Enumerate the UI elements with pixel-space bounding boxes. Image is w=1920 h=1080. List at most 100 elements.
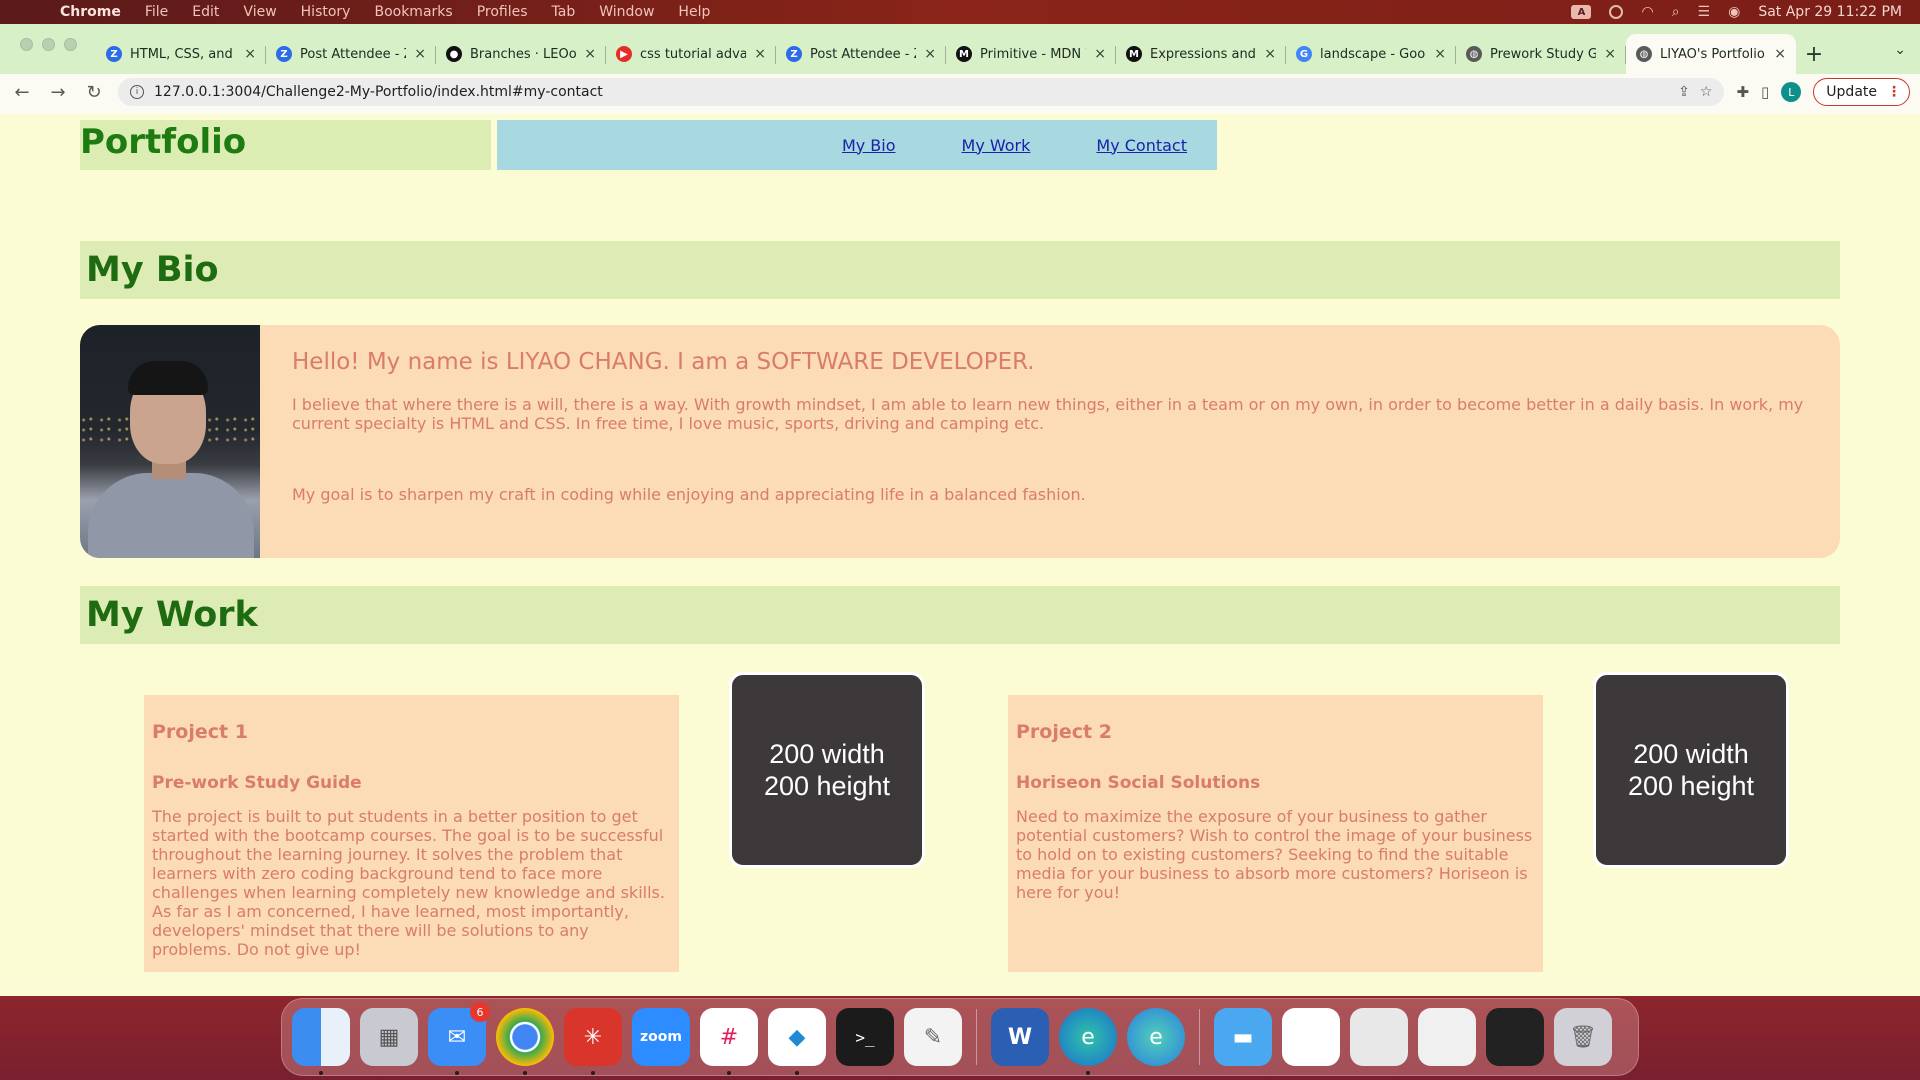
browser-tab[interactable]: Z Post Attendee - Zo × xyxy=(776,34,946,74)
browser-tab[interactable]: Z Post Attendee - Zo × xyxy=(266,34,436,74)
side-panel-icon[interactable]: ▯ xyxy=(1761,83,1769,101)
menubar-clock[interactable]: Sat Apr 29 11:22 PM xyxy=(1758,4,1902,20)
dock-recent-window-1[interactable] xyxy=(1282,1008,1340,1066)
menu-window[interactable]: Window xyxy=(587,4,666,20)
zoom-window-button[interactable] xyxy=(64,38,77,51)
dock-textedit-icon[interactable]: ✎ xyxy=(904,1008,962,1066)
close-tab-icon[interactable]: × xyxy=(244,46,256,62)
profile-avatar[interactable]: L xyxy=(1781,82,1802,102)
address-url[interactable]: 127.0.0.1:3004/Challenge2-My-Portfolio/i… xyxy=(154,84,603,100)
github-icon: ● xyxy=(446,46,462,62)
browser-tab[interactable]: ◍ Prework Study Gui × xyxy=(1456,34,1626,74)
browser-tab[interactable]: ● Branches · LEOoOC × xyxy=(436,34,606,74)
globe-icon: ◍ xyxy=(1636,46,1652,62)
share-icon[interactable]: ⇪ xyxy=(1678,84,1690,100)
running-indicator xyxy=(523,1071,527,1075)
close-tab-icon[interactable]: × xyxy=(924,46,936,62)
browser-tab[interactable]: M Primitive - MDN We × xyxy=(946,34,1116,74)
zoom-icon: Z xyxy=(786,46,802,62)
close-tab-icon[interactable]: × xyxy=(584,46,596,62)
project-2-thumbnail[interactable]: 200 width 200 height xyxy=(1593,672,1789,868)
dock-folder-icon[interactable]: ▬ xyxy=(1214,1008,1272,1066)
spotlight-search-icon[interactable]: ⌕ xyxy=(1672,4,1680,20)
screen-record-icon[interactable] xyxy=(1609,5,1624,19)
dock-edge-beta-icon[interactable]: e xyxy=(1127,1008,1185,1066)
new-tab-button[interactable]: + xyxy=(1796,34,1832,74)
address-bar[interactable]: i 127.0.0.1:3004/Challenge2-My-Portfolio… xyxy=(118,78,1725,106)
update-button[interactable]: Update ⋮ xyxy=(1813,78,1910,106)
close-tab-icon[interactable]: × xyxy=(1264,46,1276,62)
browser-tab[interactable]: ▶ css tutorial advanc × xyxy=(606,34,776,74)
photo-hair xyxy=(128,361,208,395)
close-tab-icon[interactable]: × xyxy=(754,46,766,62)
nav-link-my-contact[interactable]: My Contact xyxy=(1096,136,1187,155)
dock-edge-icon[interactable]: e xyxy=(1059,1008,1117,1075)
extensions-puzzle-icon[interactable]: ✚ xyxy=(1736,83,1749,101)
dock-word-icon[interactable]: W xyxy=(991,1008,1049,1066)
input-source-icon[interactable]: A xyxy=(1571,5,1592,19)
tab-title: HTML, CSS, and G xyxy=(130,46,237,62)
browser-tab[interactable]: M Expressions and op × xyxy=(1116,34,1286,74)
close-tab-icon[interactable]: × xyxy=(1604,46,1616,62)
reload-button[interactable]: ↻ xyxy=(82,80,106,104)
dock-zoom-icon[interactable]: zoom xyxy=(632,1008,690,1066)
dock-chrome-icon[interactable] xyxy=(496,1008,554,1075)
dock-recent-window-2[interactable] xyxy=(1350,1008,1408,1066)
bio-greeting: Hello! My name is LIYAO CHANG. I am a SO… xyxy=(292,349,1035,375)
tab-title: LIYAO's Portfolio xyxy=(1660,46,1765,62)
site-info-icon[interactable]: i xyxy=(130,85,144,99)
mdn-icon: M xyxy=(956,46,972,62)
site-nav: My Bio My Work My Contact xyxy=(497,120,1217,170)
dock-finder-icon[interactable] xyxy=(292,1008,350,1075)
tab-title: Prework Study Gui xyxy=(1490,46,1597,62)
menu-help[interactable]: Help xyxy=(666,4,722,20)
menu-file[interactable]: File xyxy=(133,4,180,20)
menu-history[interactable]: History xyxy=(289,4,363,20)
dock-slack-icon[interactable]: # xyxy=(700,1008,758,1075)
dock-recent-window-3[interactable] xyxy=(1418,1008,1476,1066)
menu-app-chrome[interactable]: Chrome xyxy=(48,4,133,20)
dock-mail-icon[interactable]: ✉ 6 xyxy=(428,1002,490,1075)
siri-icon[interactable]: ◉ xyxy=(1728,4,1740,20)
tab-title: Post Attendee - Zo xyxy=(300,46,406,62)
zoom-icon: Z xyxy=(106,46,122,62)
dock-remote-app-icon[interactable]: ✳ xyxy=(564,1008,622,1075)
nav-link-my-work[interactable]: My Work xyxy=(962,136,1031,155)
dock-trash-icon[interactable]: 🗑 xyxy=(1554,1008,1612,1066)
dock-launchpad-icon[interactable]: ▦ xyxy=(360,1008,418,1066)
menu-edit[interactable]: Edit xyxy=(180,4,231,20)
close-tab-icon[interactable]: × xyxy=(1774,46,1786,62)
close-tab-icon[interactable]: × xyxy=(414,46,426,62)
control-center-icon[interactable]: ☰ xyxy=(1698,4,1711,20)
project-1-thumbnail[interactable]: 200 width 200 height xyxy=(729,672,925,868)
menu-bookmarks[interactable]: Bookmarks xyxy=(362,4,464,20)
menu-tab[interactable]: Tab xyxy=(540,4,588,20)
wifi-icon[interactable]: ◠ xyxy=(1641,4,1653,20)
browser-tab[interactable]: Z HTML, CSS, and G × xyxy=(96,34,266,74)
site-header: Portfolio My Bio My Work My Contact xyxy=(80,120,1217,170)
site-brand: Portfolio xyxy=(80,120,491,170)
forward-button[interactable]: → xyxy=(46,80,70,104)
bio-heading: My Bio xyxy=(86,250,219,290)
bookmark-star-icon[interactable]: ☆ xyxy=(1700,84,1713,100)
menu-view[interactable]: View xyxy=(231,4,288,20)
update-button-label: Update xyxy=(1826,84,1877,100)
nav-link-my-bio[interactable]: My Bio xyxy=(842,136,896,155)
project-title: Project 1 xyxy=(152,721,248,743)
menu-profiles[interactable]: Profiles xyxy=(465,4,540,20)
close-window-button[interactable] xyxy=(20,38,33,51)
close-tab-icon[interactable]: × xyxy=(1094,46,1106,62)
close-tab-icon[interactable]: × xyxy=(1434,46,1446,62)
browser-tab[interactable]: ◍ LIYAO's Portfolio × xyxy=(1626,34,1796,74)
tab-search-chevron-icon[interactable]: ⌄ xyxy=(1894,42,1906,58)
globe-icon: ◍ xyxy=(1466,46,1482,62)
dock-terminal-icon[interactable]: >_ xyxy=(836,1008,894,1066)
dock-recent-window-4[interactable] xyxy=(1486,1008,1544,1066)
back-button[interactable]: ← xyxy=(10,80,34,104)
minimize-window-button[interactable] xyxy=(42,38,55,51)
project-description: Need to maximize the exposure of your bu… xyxy=(1016,807,1533,902)
dock-vscode-icon[interactable]: ◆ xyxy=(768,1008,826,1075)
browser-tab[interactable]: Glandscape - Googl × xyxy=(1286,34,1456,74)
dock-separator xyxy=(1199,1009,1200,1065)
window-controls xyxy=(20,38,77,51)
